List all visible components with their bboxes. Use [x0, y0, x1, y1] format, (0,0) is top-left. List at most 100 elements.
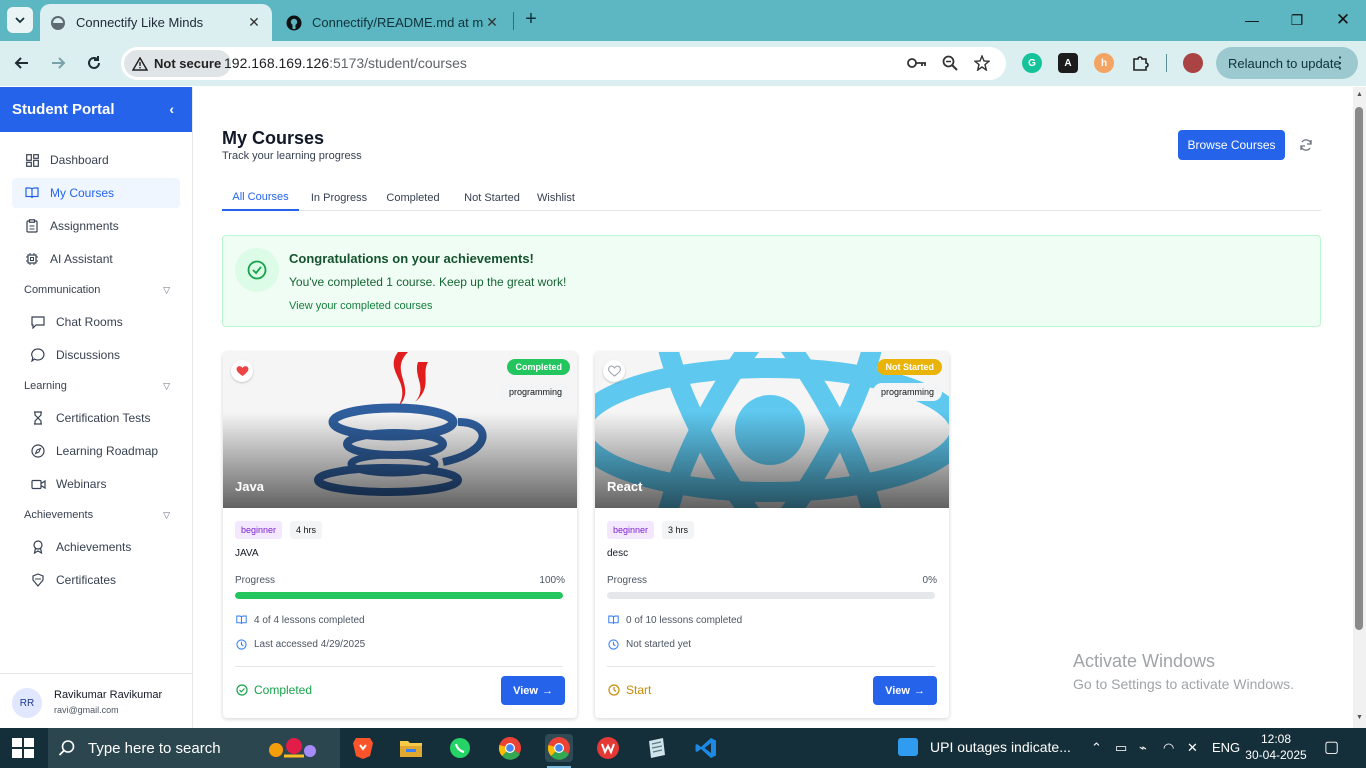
lessons-text: 0 of 10 lessons completed — [626, 614, 743, 626]
forward-button[interactable] — [46, 51, 70, 75]
chrome-active-window-icon[interactable] — [545, 734, 573, 768]
sidebar-item-achievements[interactable]: Achievements — [30, 532, 180, 562]
user-profile[interactable]: RR Ravikumar Ravikumar ravi@gmail.com — [0, 673, 192, 728]
collapse-sidebar-icon[interactable]: ‹ — [169, 101, 174, 117]
sidebar-item-certificates[interactable]: Certificates — [30, 565, 180, 595]
zoom-icon[interactable] — [940, 53, 960, 73]
sidebar-item-chat-rooms[interactable]: Chat Rooms — [30, 307, 180, 337]
tab-title: Connectify/README.md at mai — [312, 15, 484, 30]
tab-all-courses[interactable]: All Courses — [222, 184, 299, 211]
sidebar-item-webinars[interactable]: Webinars — [30, 469, 180, 499]
minimize-button[interactable]: — — [1240, 8, 1264, 32]
url-text[interactable]: 192.168.169.126:5173/student/courses — [224, 55, 467, 71]
meet-now-icon[interactable]: ▭ — [1115, 740, 1127, 756]
puzzle-extensions-icon[interactable] — [1130, 53, 1150, 73]
sidebar-item-assignments[interactable]: Assignments — [12, 211, 180, 241]
scrollbar-thumb[interactable] — [1355, 107, 1363, 630]
search-placeholder: Type here to search — [88, 739, 221, 757]
wps-office-icon[interactable] — [594, 734, 622, 762]
search-highlight-icon[interactable] — [262, 734, 326, 762]
close-window-button[interactable]: ✕ — [1331, 8, 1355, 32]
course-state-label: Completed — [254, 683, 313, 697]
browser-tab-active[interactable]: Connectify Like Minds ✕ — [40, 4, 272, 41]
scroll-up-icon[interactable]: ▲ — [1355, 91, 1364, 101]
course-card[interactable]: Completed programming Java beginner 4 hr… — [223, 352, 577, 718]
whatsapp-icon[interactable] — [446, 734, 474, 762]
tab-in-progress[interactable]: In Progress — [304, 184, 374, 211]
tab-search-button[interactable] — [7, 7, 33, 33]
back-button[interactable] — [10, 51, 34, 75]
file-explorer-icon[interactable] — [397, 734, 425, 762]
course-tabs: All Courses In Progress Completed Not St… — [222, 184, 1321, 211]
security-indicator[interactable]: Not secure — [124, 50, 232, 77]
close-tab-icon[interactable]: ✕ — [484, 14, 500, 31]
sidebar-group-achievements[interactable]: Achievements ▽ — [24, 505, 170, 525]
sidebar-item-label: Achievements — [56, 540, 132, 554]
sidebar-item-dashboard[interactable]: Dashboard — [12, 145, 180, 175]
sidebar-item-ai-assistant[interactable]: AI Assistant — [12, 244, 180, 274]
notification-center-icon[interactable]: ▢ — [1324, 737, 1339, 757]
network-icon[interactable]: ⌁ — [1139, 740, 1147, 756]
course-title: React — [607, 479, 643, 494]
course-card[interactable]: Not Started programming React beginner 3… — [595, 352, 949, 718]
more-menu-icon[interactable]: ⋮ — [1332, 53, 1348, 73]
course-thumbnail — [595, 352, 949, 508]
hero-gradient — [595, 412, 949, 508]
view-course-button[interactable]: View → — [501, 676, 565, 705]
brave-browser-icon[interactable] — [349, 734, 377, 762]
speaker-muted-icon[interactable]: ✕ — [1187, 740, 1198, 756]
grammarly-icon[interactable]: G — [1022, 53, 1042, 73]
system-clock[interactable]: 12:08 30-04-2025 — [1226, 731, 1326, 763]
page-scrollbar[interactable]: ▲ ▼ — [1353, 87, 1366, 728]
honey-icon[interactable]: h — [1094, 53, 1114, 73]
tab-not-started[interactable]: Not Started — [456, 184, 528, 211]
password-key-icon[interactable] — [907, 53, 927, 73]
reload-icon — [88, 56, 100, 69]
reload-button[interactable] — [82, 51, 106, 75]
sidebar-group-communication[interactable]: Communication ▽ — [24, 280, 170, 300]
access-text: Last accessed 4/29/2025 — [254, 638, 366, 650]
bookmark-star-icon[interactable] — [972, 53, 992, 73]
notes-app-icon[interactable] — [643, 734, 671, 762]
course-state: Start — [607, 683, 651, 697]
access-meta: Not started yet — [607, 637, 691, 651]
news-widget[interactable]: UPI outages indicate... — [898, 738, 1071, 756]
new-tab-button[interactable]: + — [520, 8, 542, 32]
card-divider — [607, 666, 935, 667]
relaunch-label: Relaunch to update — [1228, 55, 1341, 71]
browse-courses-button[interactable]: Browse Courses — [1178, 130, 1285, 160]
windows-start-icon[interactable] — [12, 738, 34, 758]
news-headline: UPI outages indicate... — [930, 739, 1071, 755]
sidebar-item-my-courses[interactable]: My Courses — [12, 178, 180, 208]
scroll-down-icon[interactable]: ▼ — [1355, 714, 1364, 724]
sidebar-item-label: Assignments — [50, 219, 119, 233]
sidebar-group-learning[interactable]: Learning ▽ — [24, 376, 170, 396]
sidebar-item-certification-tests[interactable]: Certification Tests — [30, 403, 180, 433]
sidebar-item-learning-roadmap[interactable]: Learning Roadmap — [30, 436, 180, 466]
tab-wishlist[interactable]: Wishlist — [534, 184, 578, 211]
sidebar-item-discussions[interactable]: Discussions — [30, 340, 180, 370]
arrow-left-icon — [14, 57, 28, 69]
adobe-acrobat-icon[interactable]: A — [1058, 53, 1078, 73]
wifi-icon[interactable]: ◠ — [1163, 740, 1174, 756]
book-open-icon — [607, 614, 619, 626]
browser-tab[interactable]: Connectify/README.md at mai ✕ — [276, 4, 510, 41]
restore-button[interactable]: ❐ — [1285, 8, 1309, 32]
view-course-button[interactable]: View → — [873, 676, 937, 705]
wishlist-heart-button[interactable] — [231, 360, 253, 382]
wishlist-heart-button[interactable] — [603, 360, 625, 382]
view-completed-link[interactable]: View your completed courses — [289, 300, 432, 312]
refresh-icon[interactable] — [1297, 136, 1315, 154]
avatar: RR — [12, 688, 42, 718]
tab-completed[interactable]: Completed — [380, 184, 446, 211]
duration-tag: 3 hrs — [662, 521, 695, 539]
show-hidden-icons-icon[interactable]: ⌃ — [1091, 740, 1102, 756]
chat-bubble-icon — [30, 347, 46, 363]
profile-avatar-icon[interactable] — [1183, 53, 1203, 73]
chat-square-icon — [30, 314, 46, 330]
warning-triangle-icon — [132, 56, 148, 71]
chrome-icon[interactable] — [496, 734, 524, 762]
relaunch-button[interactable]: Relaunch to update ⋮ — [1216, 47, 1358, 79]
close-tab-icon[interactable]: ✕ — [246, 14, 262, 31]
vscode-icon[interactable] — [692, 734, 720, 762]
